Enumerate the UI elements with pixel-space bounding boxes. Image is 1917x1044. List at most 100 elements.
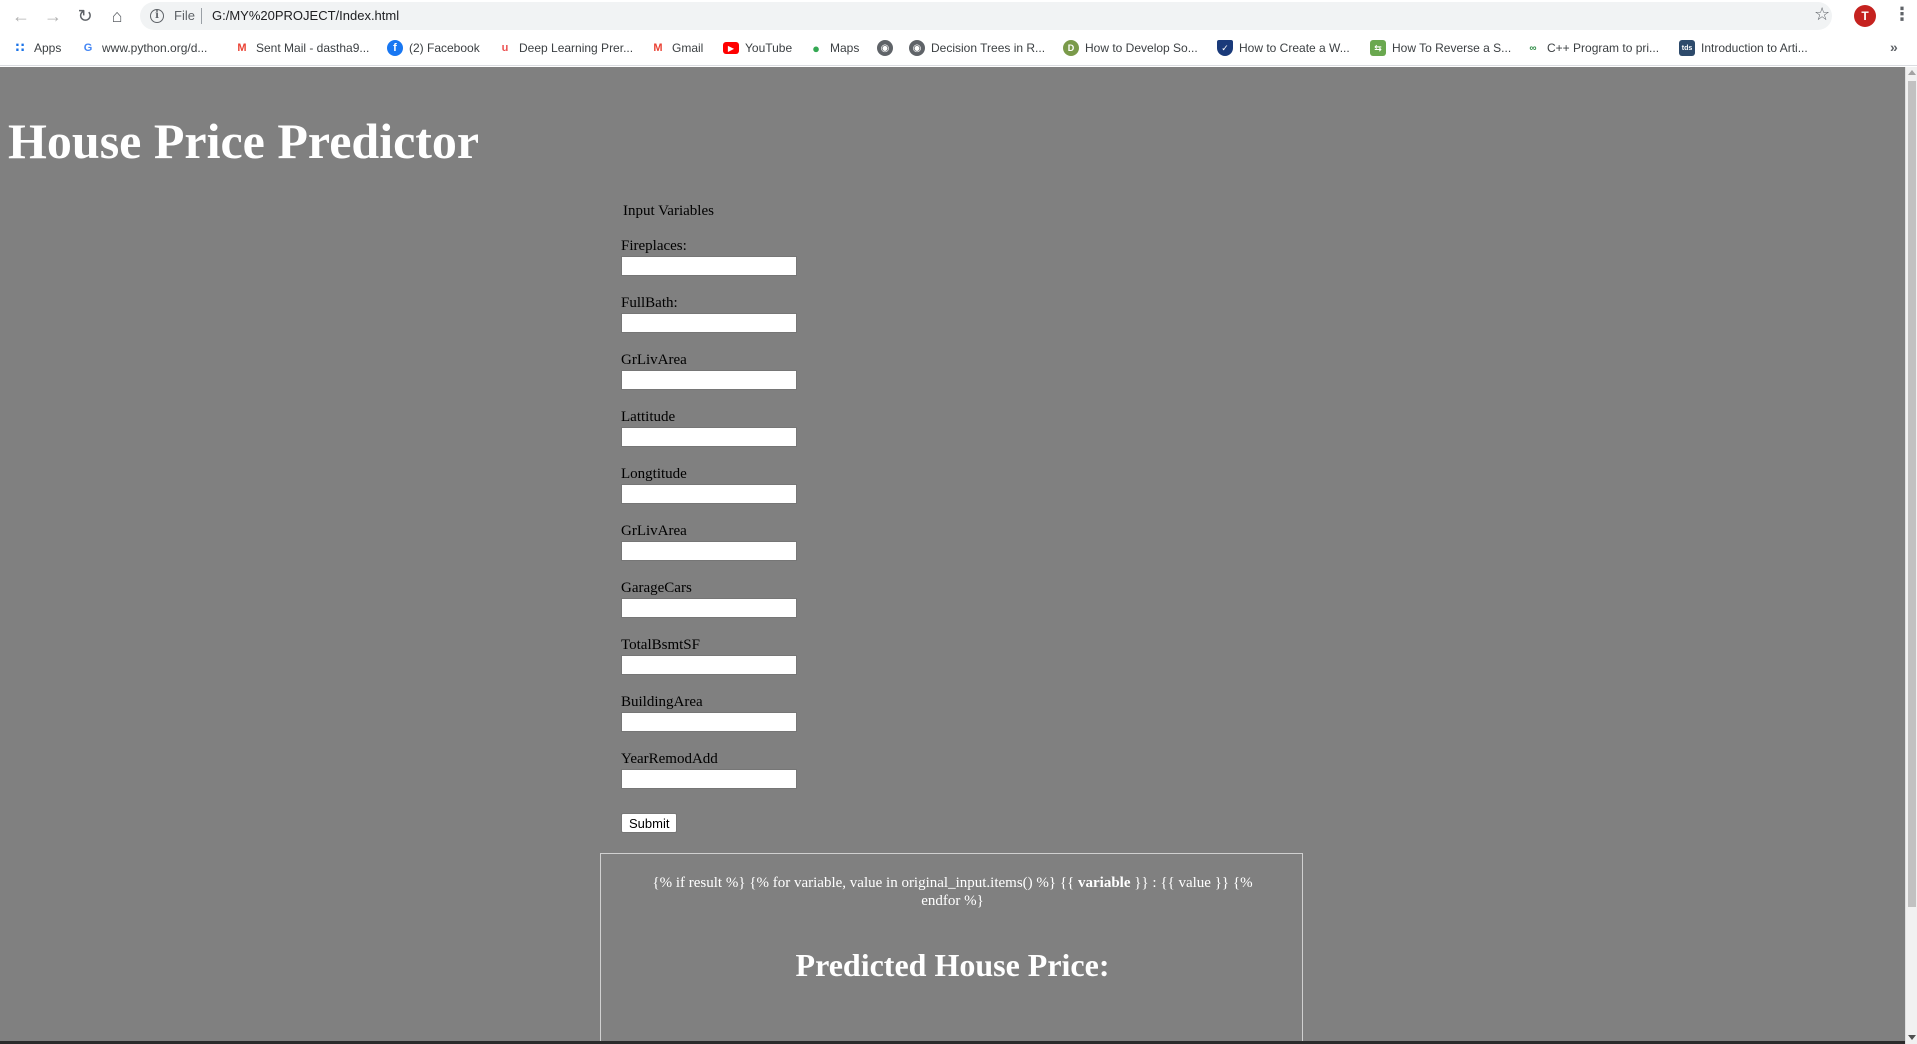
bookmark-youtube[interactable]: ▶ YouTube — [723, 36, 792, 60]
back-arrow-icon[interactable]: ← — [10, 5, 32, 27]
bookmark-sent-mail[interactable]: M Sent Mail - dastha9... — [234, 36, 369, 60]
field-label: YearRemodAdd — [621, 751, 718, 767]
page-viewport: House Price Predictor Input Variables Fi… — [0, 67, 1905, 1044]
submit-button[interactable]: Submit — [621, 813, 678, 833]
url-scheme: File — [174, 8, 195, 23]
bookmark-label: Gmail — [672, 41, 704, 55]
bookmark-label: How to Create a W... — [1239, 41, 1350, 55]
bookmark-maps[interactable]: ● Maps — [808, 36, 859, 60]
bookmark-label: Decision Trees in R... — [931, 41, 1046, 55]
template-variable: variable — [1078, 875, 1131, 891]
site-icon: tds — [1679, 40, 1695, 56]
field-grlivarea: GrLivArea — [621, 351, 821, 390]
yearremodadd-input[interactable] — [621, 769, 797, 789]
scroll-up-arrow-icon[interactable] — [1908, 70, 1916, 75]
bookmark-intro-ai[interactable]: tds Introduction to Arti... — [1679, 36, 1808, 60]
gmail-icon: M — [653, 42, 663, 54]
bookmark-how-to-develop[interactable]: D How to Develop So... — [1063, 36, 1198, 60]
bookmark-cpp-program[interactable]: ∞ C++ Program to pri... — [1525, 36, 1659, 60]
fireplaces-input[interactable] — [621, 256, 797, 276]
totalbsmtsf-input[interactable] — [621, 655, 797, 675]
browser-menu-icon[interactable]: ⋮ — [1893, 4, 1911, 25]
field-fullbath: FullBath: — [621, 294, 821, 333]
field-label: TotalBsmtSF — [621, 637, 700, 653]
fullbath-input[interactable] — [621, 313, 797, 333]
bookmark-label: www.python.org/d... — [102, 41, 208, 55]
bookmark-label: Deep Learning Prer... — [519, 41, 634, 55]
bookmark-label: Maps — [830, 41, 860, 55]
field-fireplaces: Fireplaces: — [621, 237, 821, 276]
scrollbar-thumb[interactable] — [1908, 81, 1916, 907]
udemy-icon: u — [501, 42, 509, 54]
more-bookmarks-icon[interactable]: » — [1890, 39, 1898, 55]
field-label: Lattitude — [621, 409, 676, 425]
buildingarea-input[interactable] — [621, 712, 797, 732]
bookmark-label: How To Reverse a S... — [1392, 41, 1512, 55]
field-grlivarea-2: GrLivArea — [621, 522, 821, 561]
bookmark-deep-learning[interactable]: u Deep Learning Prer... — [497, 36, 633, 60]
field-lattitude: Lattitude — [621, 408, 821, 447]
page-title: House Price Predictor — [8, 113, 480, 169]
bookmarks-bar: ∷ Apps G www.python.org/d... M Sent Mail… — [0, 36, 1917, 60]
site-icon: ⇆ — [1370, 40, 1386, 56]
result-template-text: {% if result %} {% for variable, value i… — [631, 874, 1274, 910]
result-panel: {% if result %} {% for variable, value i… — [600, 853, 1303, 1044]
bookmark-how-to-reverse[interactable]: ⇆ How To Reverse a S... — [1370, 36, 1511, 60]
field-label: Fireplaces: — [621, 238, 687, 254]
input-variables-label: Input Variables — [623, 203, 714, 219]
scroll-down-arrow-icon[interactable] — [1908, 1035, 1916, 1040]
bookmark-python[interactable]: G www.python.org/d... — [80, 36, 208, 60]
bookmark-how-to-create[interactable]: ✓ How to Create a W... — [1217, 36, 1350, 60]
bookmark-apps[interactable]: ∷ Apps — [12, 36, 61, 60]
field-label: FullBath: — [621, 295, 678, 311]
vertical-scrollbar[interactable] — [1905, 67, 1917, 1044]
field-label: GrLivArea — [621, 523, 687, 539]
bookmark-facebook[interactable]: f (2) Facebook — [387, 36, 480, 60]
bookmark-label: C++ Program to pri... — [1547, 41, 1660, 55]
grlivarea-2-input[interactable] — [621, 541, 797, 561]
field-longtitude: Longtitude — [621, 465, 821, 504]
field-buildingarea: BuildingArea — [621, 693, 821, 732]
bookmark-globe[interactable]: ◉ — [877, 36, 899, 60]
lattitude-input[interactable] — [621, 427, 797, 447]
field-totalbsmtsf: TotalBsmtSF — [621, 636, 821, 675]
bookmark-label: How to Develop So... — [1085, 41, 1198, 55]
longtitude-input[interactable] — [621, 484, 797, 504]
forward-arrow-icon[interactable]: → — [42, 5, 64, 27]
template-pre: {% if result %} {% for variable, value i… — [652, 875, 1079, 891]
info-icon[interactable]: i — [150, 9, 164, 23]
field-garagecars: GarageCars — [621, 579, 821, 618]
youtube-icon: ▶ — [723, 42, 739, 54]
maps-pin-icon: ● — [812, 40, 820, 56]
site-icon: D — [1063, 40, 1079, 56]
bookmark-label: Introduction to Arti... — [1701, 41, 1808, 55]
predicted-price-heading: Predicted House Price: — [795, 947, 1110, 983]
facebook-icon: f — [387, 40, 403, 56]
bookmark-label: (2) Facebook — [409, 41, 480, 55]
field-label: BuildingArea — [621, 694, 703, 710]
bookmark-decision-trees[interactable]: ◉ Decision Trees in R... — [909, 36, 1045, 60]
gmail-icon: M — [237, 42, 247, 54]
google-icon: G — [83, 42, 93, 54]
field-label: GrLivArea — [621, 352, 687, 368]
profile-avatar[interactable]: T — [1854, 5, 1876, 27]
gfg-icon: ∞ — [1529, 42, 1537, 54]
home-icon[interactable]: ⌂ — [106, 5, 128, 27]
bookmark-label: Sent Mail - dastha9... — [256, 41, 370, 55]
grlivarea-input[interactable] — [621, 370, 797, 390]
field-label: GarageCars — [621, 580, 692, 596]
shield-icon: ✓ — [1217, 40, 1233, 56]
browser-chrome: ← → ↻ ⌂ i File G:/MY%20PROJECT/Index.htm… — [0, 0, 1917, 66]
reload-icon[interactable]: ↻ — [74, 5, 96, 27]
globe-icon: ◉ — [909, 40, 925, 56]
field-label: Longtitude — [621, 466, 687, 482]
garagecars-input[interactable] — [621, 598, 797, 618]
bookmark-star-icon[interactable]: ☆ — [1814, 4, 1830, 25]
url-text[interactable]: G:/MY%20PROJECT/Index.html — [212, 8, 399, 23]
bookmark-label: Apps — [34, 41, 62, 55]
apps-grid-icon: ∷ — [15, 40, 25, 55]
field-yearremodadd: YearRemodAdd — [621, 750, 821, 789]
bookmark-gmail[interactable]: M Gmail — [650, 36, 703, 60]
omnibox-divider — [201, 8, 202, 24]
address-bar[interactable]: i File G:/MY%20PROJECT/Index.html — [140, 2, 1832, 30]
